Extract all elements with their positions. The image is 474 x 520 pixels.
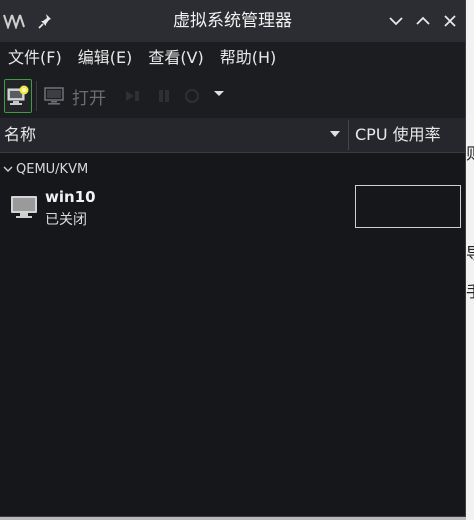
menu-bar: 文件(F) 编辑(E) 查看(V) 帮助(H) — [0, 42, 465, 74]
cpu-usage-graph — [355, 185, 461, 228]
menu-view[interactable]: 查看(V) — [140, 42, 211, 74]
new-vm-icon — [7, 85, 29, 105]
menu-edit[interactable]: 编辑(E) — [70, 42, 141, 74]
chevron-down-icon[interactable] — [3, 165, 13, 173]
open-button-label: 打开 — [72, 88, 106, 109]
column-header: 名称 CPU 使用率 — [0, 118, 465, 153]
background-text: 导 — [466, 246, 474, 262]
column-divider[interactable] — [348, 120, 349, 150]
open-button[interactable]: 打开 — [44, 82, 106, 110]
close-button[interactable] — [441, 12, 459, 30]
sort-arrow-icon[interactable] — [330, 131, 340, 138]
title-bar[interactable]: 虚拟系统管理器 — [0, 0, 465, 42]
background-text: 手 — [466, 284, 474, 300]
background-text: 则 — [466, 146, 474, 162]
toolbar-separator — [36, 81, 37, 111]
stop-icon[interactable] — [184, 88, 200, 104]
pin-icon[interactable] — [37, 12, 53, 30]
play-icon[interactable] — [124, 88, 142, 104]
app-logo — [3, 14, 25, 29]
vm-row[interactable]: win10 已关闭 — [0, 185, 466, 233]
vm-monitor-icon — [11, 196, 37, 218]
chevron-up-icon — [416, 16, 430, 25]
menu-help[interactable]: 帮助(H) — [212, 42, 285, 74]
column-cpu-usage[interactable]: CPU 使用率 — [355, 118, 441, 152]
maximize-button[interactable] — [414, 12, 432, 30]
menu-file[interactable]: 文件(F) — [0, 42, 70, 74]
pause-icon[interactable] — [156, 88, 172, 104]
minimize-button[interactable] — [387, 12, 405, 30]
connection-label: QEMU/KVM — [16, 161, 89, 177]
connection-group-row[interactable]: QEMU/KVM — [0, 158, 88, 180]
new-vm-button[interactable] — [4, 79, 32, 113]
vm-status: 已关闭 — [45, 212, 87, 228]
column-name[interactable]: 名称 — [4, 118, 36, 152]
virt-manager-window: 虚拟系统管理器 文件(F) 编辑(E) 查看(V) 帮助(H) 打开 名称 CP… — [0, 0, 466, 517]
vm-name: win10 — [45, 188, 96, 206]
toolbar: 打开 — [0, 74, 465, 119]
dropdown-arrow-icon[interactable] — [213, 90, 225, 98]
chevron-down-icon — [389, 17, 403, 26]
close-icon — [444, 15, 456, 27]
monitor-icon — [44, 87, 64, 105]
